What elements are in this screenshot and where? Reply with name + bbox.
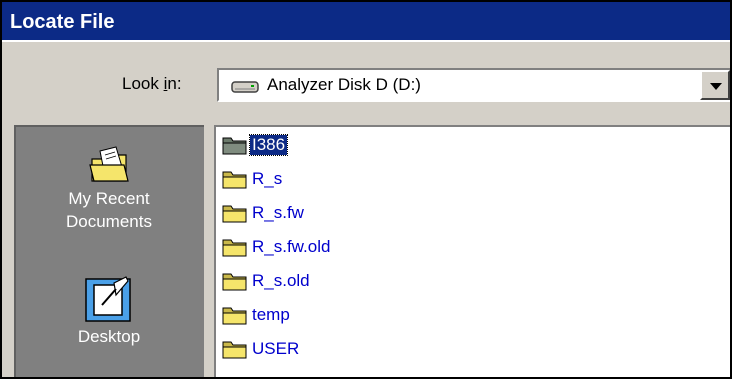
folder-item-i386[interactable]: I386 bbox=[222, 131, 289, 159]
folder-name: R_s bbox=[252, 169, 283, 188]
chevron-down-icon[interactable] bbox=[700, 70, 730, 100]
folder-icon bbox=[222, 137, 247, 155]
locate-file-dialog: Locate File Look in: Analyzer Disk D (D:… bbox=[0, 0, 732, 379]
place-label-line2: Documents bbox=[66, 212, 152, 231]
folder-name: I386 bbox=[248, 134, 289, 156]
folder-name: USER bbox=[252, 339, 300, 358]
place-desktop[interactable]: Desktop bbox=[16, 275, 202, 348]
look-in-row: Look in: Analyzer Disk D (D:) bbox=[2, 62, 730, 106]
folder-icon bbox=[222, 273, 247, 291]
folder-name: R_s.old bbox=[252, 271, 310, 290]
folder-item-temp[interactable]: temp bbox=[222, 301, 292, 329]
folder-item-user[interactable]: USER bbox=[222, 335, 301, 363]
drive-icon bbox=[231, 81, 259, 93]
folder-item-r-s-fw[interactable]: R_s.fw bbox=[222, 199, 306, 227]
folder-icon bbox=[222, 307, 247, 325]
look-in-label-suffix: n: bbox=[167, 74, 182, 93]
file-list[interactable]: I386 R_s R_s.fw R_s.fw.old R_s.old temp … bbox=[214, 125, 730, 377]
folder-icon bbox=[222, 171, 247, 189]
folder-icon bbox=[222, 341, 247, 359]
folder-item-r-s-fw-old[interactable]: R_s.fw.old bbox=[222, 233, 332, 261]
place-my-recent-documents[interactable]: My Recent Documents bbox=[16, 145, 202, 233]
folder-name: R_s.fw bbox=[252, 203, 304, 222]
recent-documents-icon bbox=[89, 146, 129, 182]
folder-item-r-s-old[interactable]: R_s.old bbox=[222, 267, 312, 295]
folder-name: R_s.fw.old bbox=[252, 237, 331, 256]
folder-name: temp bbox=[252, 305, 290, 324]
places-bar: My Recent Documents Desktop bbox=[14, 125, 204, 377]
look-in-label: Look in: bbox=[122, 74, 182, 94]
folder-icon bbox=[222, 239, 247, 257]
folder-icon bbox=[222, 205, 247, 223]
window-title: Locate File bbox=[2, 2, 730, 42]
place-label-line1: My Recent bbox=[68, 189, 150, 208]
look-in-label-prefix: Look bbox=[122, 74, 164, 93]
look-in-combobox[interactable]: Analyzer Disk D (D:) bbox=[217, 68, 730, 102]
look-in-value: Analyzer Disk D (D:) bbox=[267, 75, 421, 94]
desktop-icon bbox=[85, 276, 131, 322]
folder-item-r-s[interactable]: R_s bbox=[222, 165, 284, 193]
place-label-line1: Desktop bbox=[77, 327, 141, 346]
